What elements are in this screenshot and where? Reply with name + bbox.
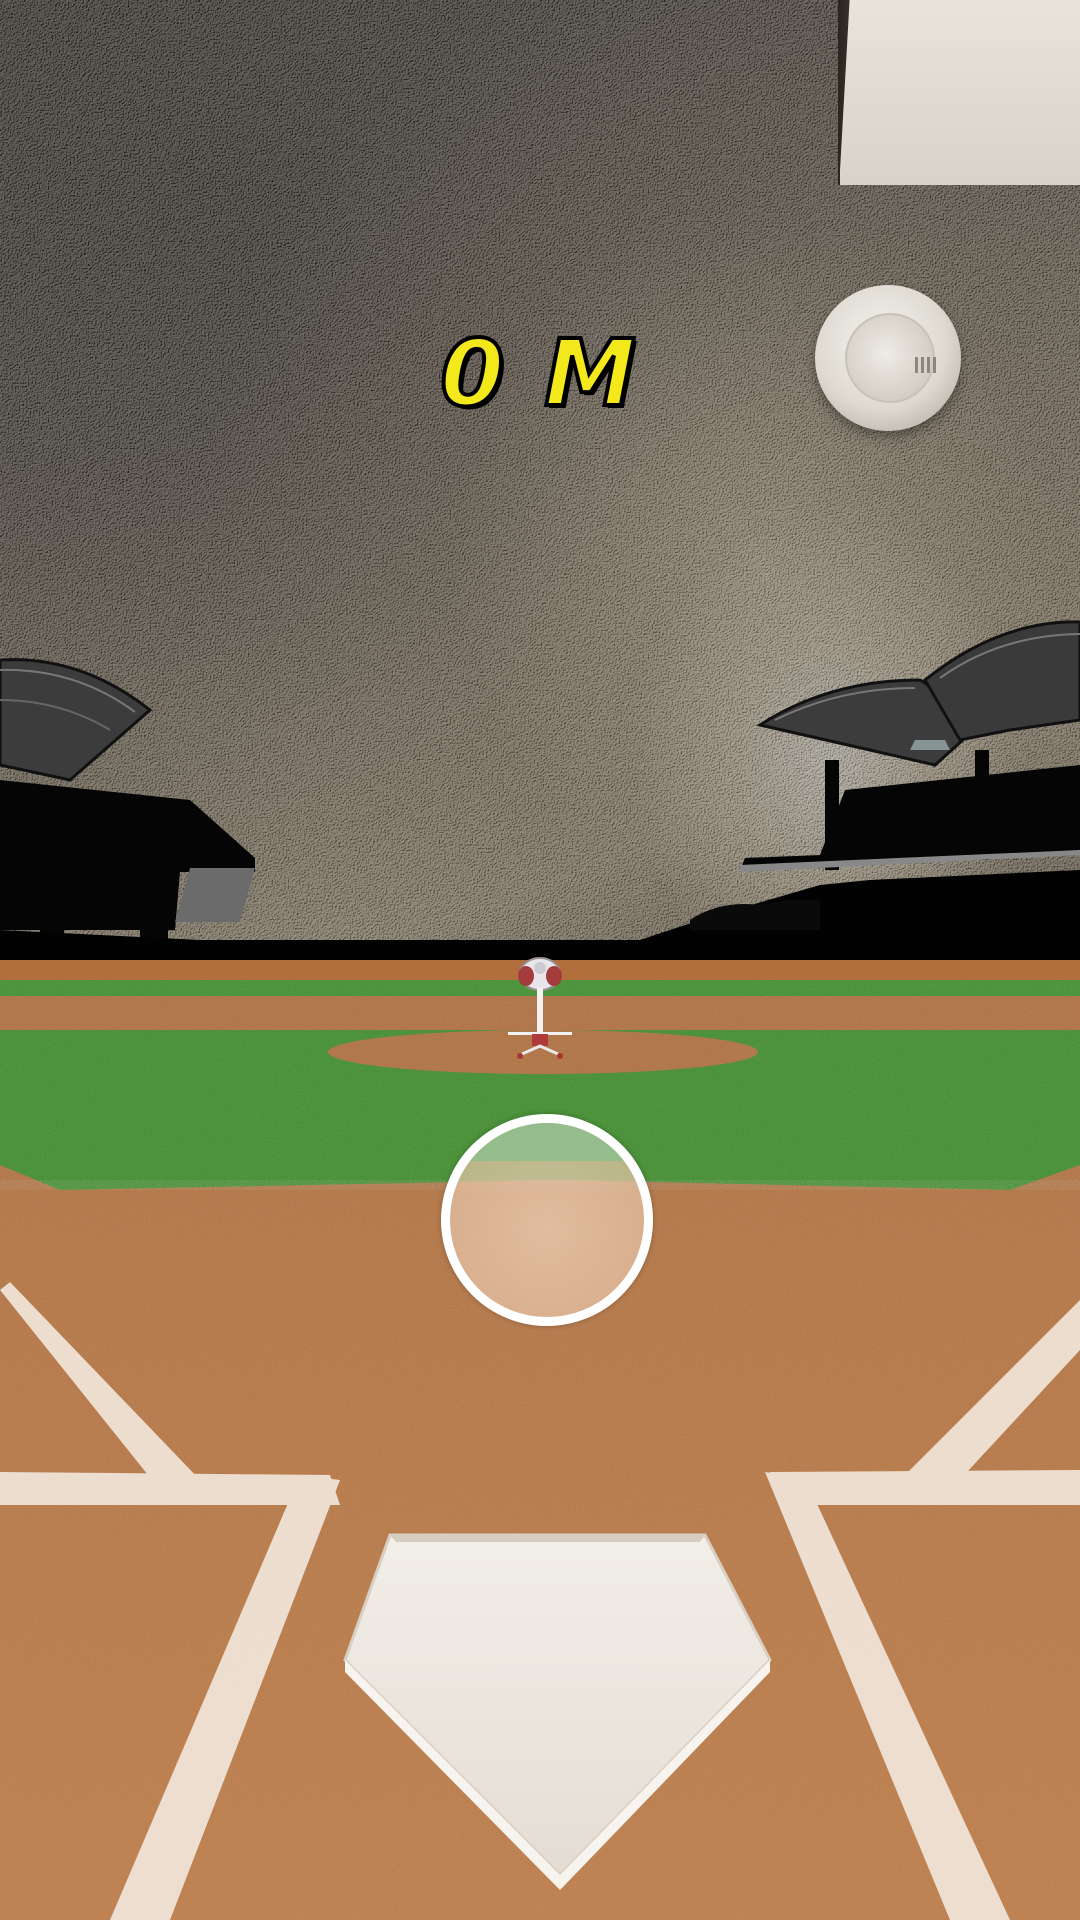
right-batters-box-top <box>770 1470 1080 1505</box>
distance-score: 0 M <box>438 318 640 429</box>
stadium-silhouette <box>0 620 1080 980</box>
aim-target[interactable] <box>441 1114 653 1326</box>
ceiling-beam <box>840 0 1080 185</box>
left-batters-box-top <box>0 1472 340 1505</box>
pitching-machine-icon <box>508 957 572 1059</box>
left-stand-roof <box>0 658 153 782</box>
baseball-field <box>0 960 1080 1920</box>
game-scene[interactable]: 0 M <box>0 0 1080 1920</box>
aim-target-grass-tint <box>450 1123 644 1161</box>
right-stand-roof-2 <box>923 620 1080 742</box>
